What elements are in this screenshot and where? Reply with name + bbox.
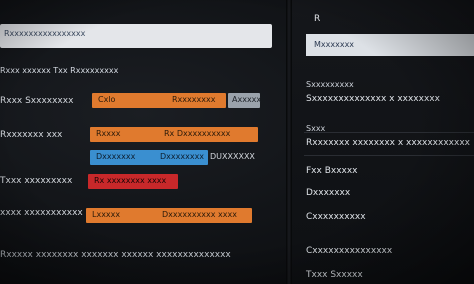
status-bar-3[interactable]: Dxxxxxxx Dxxxxxxxx (90, 150, 208, 165)
status-bar-5-text: Lxxxxx (92, 210, 121, 219)
status-bar-4[interactable]: Rx xxxxxxxx xxxx (88, 174, 178, 189)
app-screen: Rxxxxxxxxxxxxxxxx Rxxx xxxxxx Txx Rxxxxx… (0, 0, 474, 284)
status-bar-5-text2: Dxxxxxxxxxx xxxx (162, 210, 237, 219)
row-label-2: Rxxxxxxx xxx (0, 130, 63, 140)
status-bar-1-text2: Rxxxxxxxx (172, 95, 216, 104)
left-panel: Rxxxxxxxxxxxxxxxx Rxxx xxxxxx Txx Rxxxxx… (0, 0, 286, 284)
status-bar-1[interactable]: Cxlo Rxxxxxxxx (92, 93, 226, 108)
footer-text: Rxxxxx xxxxxxxx xxxxxxx xxxxxx xxxxxxxxx… (0, 250, 231, 260)
right-header: R (314, 14, 321, 24)
right-label-1: Sxxxxxxxxx (306, 80, 354, 89)
right-value-1: Sxxxxxxxxxxxxxx x xxxxxxxx (306, 94, 440, 104)
status-bar-5[interactable]: Lxxxxx Dxxxxxxxxxx xxxx (86, 208, 252, 223)
right-item-6[interactable]: Cxxxxxxxxxxxxxxx (306, 246, 392, 256)
row-label-5: xxxx xxxxxxxxxxx (0, 208, 83, 218)
right-item-7[interactable]: Txxx Sxxxxx (306, 270, 363, 280)
right-item-5[interactable]: Cxxxxxxxxxx (306, 212, 366, 222)
right-item-3[interactable]: Fxx Bxxxxx (306, 166, 358, 176)
right-field-label: Mxxxxxxx (314, 40, 355, 49)
right-item-4[interactable]: Dxxxxxxx (306, 188, 350, 198)
status-bar-2[interactable]: Rxxxx Rx Dxxxxxxxxxx (90, 127, 258, 142)
section-title: Rxxx xxxxxx Txx Rxxxxxxxxx (0, 66, 119, 75)
right-search-field[interactable]: Mxxxxxxx (306, 34, 474, 56)
status-bar-3-text2: Dxxxxxxxx (160, 152, 205, 161)
row-label-3: Txxx xxxxxxxxx (0, 176, 73, 186)
header-input[interactable]: Rxxxxxxxxxxxxxxxx (0, 24, 272, 48)
right-value-2: Rxxxxxxx xxxxxxxx x xxxxxxxxxxxx (306, 138, 470, 148)
status-chip-1[interactable]: Axxxxx (228, 93, 262, 108)
status-chip-3: DUXXXXXX (210, 152, 255, 161)
status-chip-1-text: Axxxxx (232, 95, 262, 104)
status-bar-2-text: Rxxxx (96, 129, 121, 138)
status-bar-2-text2: Rx Dxxxxxxxxxx (164, 129, 231, 138)
status-bar-3-text: Dxxxxxxx (96, 152, 136, 161)
header-label: Rxxxxxxxxxxxxxxxx (4, 29, 86, 38)
right-panel: R Mxxxxxxx Sxxxxxxxxx Sxxxxxxxxxxxxxx x … (292, 0, 474, 284)
row-label-1: Rxxx Sxxxxxxxx (0, 96, 74, 106)
status-bar-1-text: Cxlo (98, 95, 116, 104)
status-bar-4-text: Rx xxxxxxxx xxxx (94, 176, 167, 185)
